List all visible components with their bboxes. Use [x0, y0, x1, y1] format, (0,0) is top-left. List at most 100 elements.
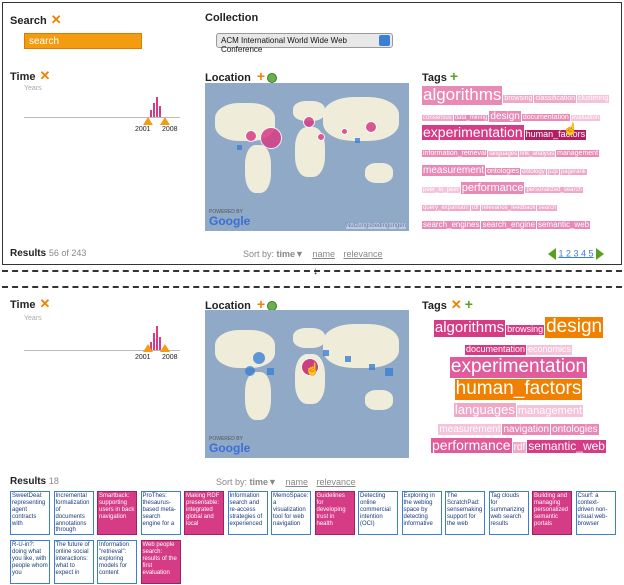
result-card[interactable]: The future of online social interactions…	[53, 540, 94, 584]
tag-pagerank[interactable]: pagerank	[559, 168, 587, 176]
tag-economics[interactable]: economics	[527, 344, 573, 355]
tag-search-engine[interactable]: search_engine	[481, 220, 536, 230]
result-card[interactable]: Incremental formalization of documents a…	[53, 491, 94, 535]
tag-experimentation[interactable]: experimentation	[422, 124, 524, 141]
tag-search-engines[interactable]: search_engines	[422, 220, 481, 230]
tag-semantic-web[interactable]: semantic_web	[536, 220, 591, 230]
map-marker[interactable]	[317, 133, 325, 141]
tag-ontologies[interactable]: ontologies	[551, 423, 599, 435]
tag-peer-to-peer[interactable]: peer_to_peer	[422, 186, 460, 194]
tag-documentation[interactable]: documentation	[464, 344, 526, 355]
world-map[interactable]: POWERED BY Google Nutzungsbedingungen	[205, 83, 409, 231]
tag-design[interactable]: design	[545, 317, 604, 338]
time-range-start-handle[interactable]	[143, 344, 153, 352]
result-card[interactable]: R-U-in?: doing what you like, with peopl…	[10, 540, 50, 584]
tag-navigation[interactable]: navigation	[502, 423, 551, 435]
map-marker[interactable]	[341, 128, 348, 135]
map-marker[interactable]	[245, 130, 257, 142]
result-card[interactable]: Information "retrieval": exploring model…	[97, 540, 137, 584]
prev-page-icon[interactable]	[548, 248, 556, 260]
result-card[interactable]: Information search and re-access strateg…	[227, 491, 268, 535]
result-card[interactable]: Web people search: results of the first …	[140, 540, 181, 584]
world-map[interactable]: ☝ POWERED BY Google	[205, 310, 409, 458]
tag-semantic-web[interactable]: semantic_web	[527, 439, 606, 453]
tag-rdf[interactable]: rdf	[470, 204, 480, 212]
tag-management[interactable]: management	[556, 149, 600, 158]
tag-search[interactable]: search	[537, 204, 558, 212]
result-card[interactable]: The ScratchPad: sensemaking support for …	[445, 491, 485, 535]
sort-relevance-option[interactable]: relevance	[317, 477, 356, 487]
time-range-end-handle[interactable]	[160, 344, 170, 352]
tag-performance[interactable]: performance	[431, 437, 512, 454]
tag-relevance-feedback[interactable]: relevance_feedback	[480, 204, 537, 212]
tag-link-analysis[interactable]: link_analysis	[519, 150, 556, 158]
tag-measurement[interactable]: measurement	[422, 164, 486, 176]
clear-search-icon[interactable]: ✕	[51, 12, 62, 27]
tag-algorithms[interactable]: algorithms	[422, 86, 503, 105]
sort-time-option[interactable]: time	[277, 249, 296, 259]
tag-languages[interactable]: languages	[488, 150, 519, 158]
globe-icon[interactable]	[267, 73, 278, 84]
sort-name-option[interactable]: name	[285, 477, 308, 487]
add-tag-icon[interactable]: +	[465, 296, 473, 312]
map-marker[interactable]	[245, 366, 255, 376]
tag-browsing[interactable]: browsing	[506, 324, 545, 335]
tag-algorithms[interactable]: algorithms	[433, 319, 506, 337]
time-range-end-handle[interactable]	[160, 117, 170, 125]
tag-classification[interactable]: classification	[534, 95, 577, 103]
map-marker[interactable]	[369, 364, 375, 370]
tag-management[interactable]: management	[516, 404, 584, 417]
map-marker[interactable]	[385, 368, 393, 376]
tag-design[interactable]: design	[489, 110, 521, 122]
tag-rdf[interactable]: rdf	[512, 441, 527, 453]
tag-clustering[interactable]: clustering	[577, 95, 610, 103]
next-page-icon[interactable]	[596, 248, 605, 260]
tag-personalized-search[interactable]: personalized_search	[525, 186, 583, 194]
tag-information-retrieval[interactable]: information_retrieval	[422, 149, 488, 158]
clear-time-icon[interactable]: ✕	[39, 296, 50, 311]
tag-ontology[interactable]: ontology	[521, 168, 546, 176]
result-card[interactable]: Csurf: a context-driven non-visual web-b…	[575, 491, 616, 535]
result-card[interactable]: Making RDF presentable: integrated globa…	[184, 491, 224, 535]
clear-time-icon[interactable]: ✕	[39, 68, 50, 83]
result-card[interactable]: Smartback: supporting users in back navi…	[97, 491, 137, 535]
tag-experimentation[interactable]: experimentation	[449, 356, 588, 378]
map-marker[interactable]	[323, 350, 329, 356]
clear-tags-icon[interactable]: ✕	[451, 297, 462, 312]
result-card[interactable]: Guidelines for developing trust in healt…	[314, 491, 355, 535]
result-card[interactable]: Tag clouds for summarizing web search re…	[488, 491, 529, 535]
page-links[interactable]: 1 2 3 4 5	[559, 248, 594, 258]
result-card[interactable]: Building and managing personalized seman…	[532, 491, 572, 535]
terms-link[interactable]: Nutzungsbedingungen	[345, 223, 406, 229]
tag-data-mining[interactable]: data_mining	[453, 114, 489, 122]
tag-ontologies[interactable]: ontologies	[486, 167, 521, 176]
add-location-icon[interactable]: +	[257, 68, 265, 84]
add-tag-icon[interactable]: +	[450, 68, 458, 84]
result-card[interactable]: ProThes: thesaurus-based meta-search eng…	[140, 491, 181, 535]
tag-languages[interactable]: languages	[453, 402, 516, 417]
result-card[interactable]: Detecting online commercial intention (O…	[358, 491, 398, 535]
map-marker[interactable]	[267, 368, 274, 375]
sort-name-option[interactable]: name	[312, 249, 335, 259]
map-marker[interactable]	[365, 121, 377, 133]
tag-measurement[interactable]: measurement	[438, 423, 502, 435]
tag-human-factors[interactable]: human_factors	[454, 378, 583, 400]
result-card[interactable]: MemoSpace: a visualization tool for web …	[271, 491, 311, 535]
map-marker[interactable]	[260, 127, 282, 149]
tag-performance[interactable]: performance	[460, 181, 525, 194]
map-marker[interactable]	[355, 138, 360, 143]
tag-consensus[interactable]: consensus	[422, 114, 453, 122]
tag-query-expansion[interactable]: query_expansion	[422, 204, 470, 212]
tag-p2p[interactable]: p2p	[546, 168, 559, 176]
tag-evaluation[interactable]: evaluation	[570, 114, 601, 122]
sort-time-option[interactable]: time	[250, 477, 269, 487]
result-card[interactable]: Exploring in the weblog space by detecti…	[401, 491, 442, 535]
collection-select[interactable]: ACM International World Wide Web Confere…	[216, 33, 393, 54]
tag-documentation[interactable]: documentation	[521, 113, 570, 122]
map-marker[interactable]	[345, 356, 351, 362]
time-range-start-handle[interactable]	[143, 117, 153, 125]
map-marker[interactable]	[253, 352, 265, 364]
map-marker[interactable]	[237, 145, 242, 150]
tag-browsing[interactable]: browsing	[503, 95, 534, 103]
sort-relevance-option[interactable]: relevance	[344, 249, 383, 259]
